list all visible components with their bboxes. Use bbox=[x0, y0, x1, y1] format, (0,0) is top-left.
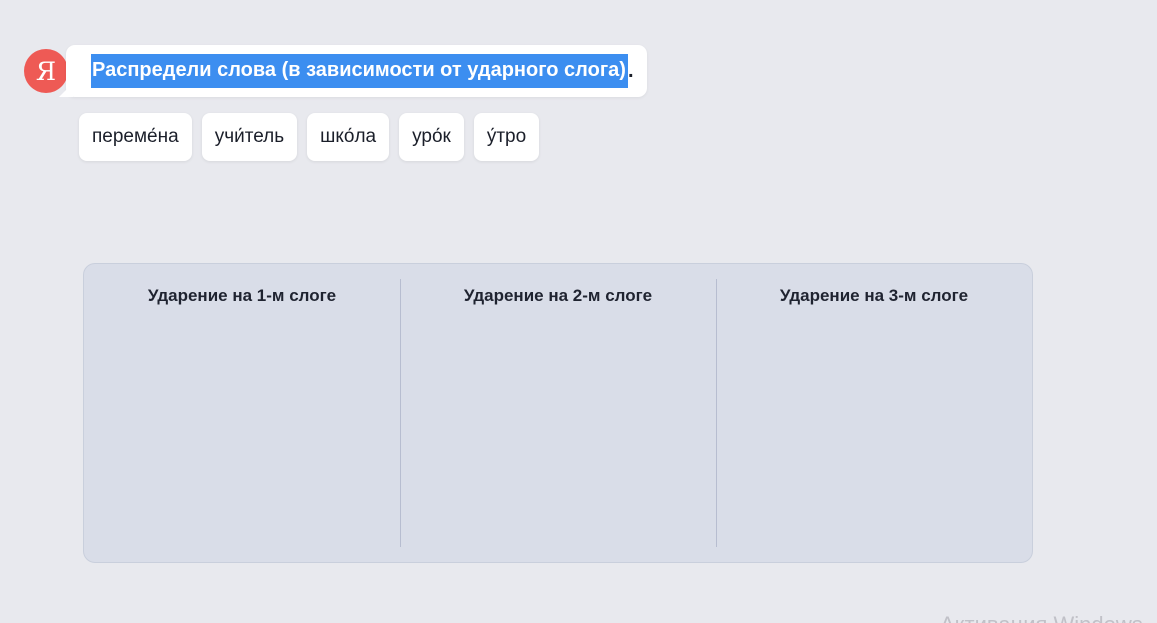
task-screen: Я Распредели слова (в зависимости от уда… bbox=[0, 0, 1157, 623]
column-title: Ударение на 1-м слоге bbox=[147, 286, 337, 305]
word-chip[interactable]: шко́ла bbox=[307, 113, 390, 161]
word-bank: переме́на учи́тель шко́ла уро́к у́тро bbox=[79, 113, 540, 161]
column-title: Ударение на 3-м слоге bbox=[779, 286, 969, 305]
drop-zone-stress-1[interactable]: Ударение на 1-м слоге bbox=[84, 264, 400, 562]
word-chip[interactable]: переме́на bbox=[79, 113, 192, 161]
instruction-text: Распредели слова (в зависимости от ударн… bbox=[91, 54, 628, 88]
instruction-bubble: Распредели слова (в зависимости от ударн… bbox=[66, 45, 647, 97]
column-title: Ударение на 2-м слоге bbox=[463, 286, 653, 305]
assistant-avatar-letter: Я bbox=[35, 56, 57, 86]
word-chip[interactable]: у́тро bbox=[473, 113, 540, 161]
sorting-board: Ударение на 1-м слоге Ударение на 2-м сл… bbox=[83, 263, 1033, 563]
word-chip[interactable]: уро́к bbox=[399, 113, 464, 161]
drop-zone-stress-3[interactable]: Ударение на 3-м слоге bbox=[716, 264, 1032, 562]
windows-activation-watermark: Активация Windows bbox=[940, 612, 1143, 623]
assistant-avatar: Я bbox=[24, 49, 68, 93]
word-chip[interactable]: учи́тель bbox=[201, 113, 298, 161]
drop-zone-stress-2[interactable]: Ударение на 2-м слоге bbox=[400, 264, 716, 562]
instruction-period: . bbox=[627, 59, 634, 82]
